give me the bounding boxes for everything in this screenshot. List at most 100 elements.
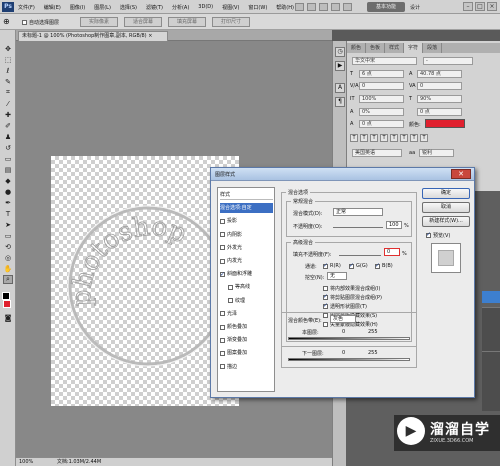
zoom-tool-icon[interactable]: ⊕ [3, 17, 15, 27]
minimize-button[interactable]: – [463, 2, 473, 11]
style-checkbox[interactable] [220, 232, 225, 238]
menu-item[interactable]: 视图(V) [222, 4, 239, 11]
auto-select-option[interactable]: 自动选择图层 [22, 19, 59, 26]
history-brush-tool-icon[interactable]: ↺ [3, 143, 13, 152]
shape-tool-icon[interactable]: ▭ [3, 231, 13, 240]
style-list-item[interactable]: 渐变叠加 [220, 335, 273, 345]
anti-alias-select[interactable]: 锐利 [419, 149, 454, 157]
preview-option[interactable]: 预览(V) [426, 231, 450, 239]
quick-mask-icon[interactable]: ◙ [3, 313, 13, 322]
advanced-option[interactable]: 透明形状图层(T) [323, 302, 382, 310]
leading-field[interactable]: 40.78 点 [417, 70, 462, 78]
maximize-button[interactable]: □ [475, 2, 485, 11]
style-list-item[interactable]: 描边 [220, 362, 273, 372]
foreground-color-swatch[interactable] [2, 292, 10, 300]
actions-panel-icon[interactable]: ▶ [335, 61, 345, 71]
style-checkbox[interactable] [220, 324, 225, 330]
3d-camera-tool-icon[interactable]: ◎ [3, 253, 13, 262]
style-checkbox[interactable] [220, 245, 225, 251]
text-style-button[interactable]: T [360, 134, 368, 142]
font-family-select[interactable]: 华文中宋 [352, 57, 417, 65]
style-list-item[interactable]: 颜色叠加 [220, 322, 273, 332]
preview-checkbox[interactable] [426, 231, 431, 238]
horizontal-scale-field[interactable]: 90% [417, 95, 462, 103]
channel-r-checkbox[interactable] [323, 262, 328, 269]
style-checkbox[interactable] [228, 298, 233, 304]
blend-if-select[interactable]: 灰色 [330, 315, 356, 323]
menu-item[interactable]: 图像(I) [70, 4, 85, 11]
move-tool-icon[interactable]: ✥ [3, 44, 13, 53]
type-tool-icon[interactable]: T [3, 209, 13, 218]
fill-screen-button[interactable]: 填充屏幕 [168, 17, 206, 27]
channel-r-option[interactable]: R(R) [323, 262, 341, 269]
paragraph-panel-icon[interactable]: ¶ [335, 97, 345, 107]
close-window-button[interactable]: × [487, 2, 497, 11]
style-checkbox[interactable] [220, 270, 225, 280]
knockout-select[interactable]: 无 [327, 272, 347, 280]
blur-tool-icon[interactable]: ◆ [3, 176, 13, 185]
vertical-scale-field[interactable]: 100% [359, 95, 404, 103]
menu-item[interactable]: 滤镜(T) [146, 4, 163, 11]
text-style-button[interactable]: T [400, 134, 408, 142]
channel-b-option[interactable]: B(B) [375, 262, 393, 269]
dodge-tool-icon[interactable]: ● [3, 187, 13, 196]
advanced-option[interactable]: 将剪贴图层混合成组(P) [323, 293, 382, 301]
menu-item[interactable]: 窗口(W) [248, 4, 267, 11]
blend-mode-select[interactable]: 正常 [333, 208, 383, 216]
style-checkbox[interactable] [220, 218, 225, 224]
style-list-item[interactable]: 内发光 [220, 256, 273, 266]
tab-paragraph[interactable]: 段落 [423, 43, 443, 53]
workspace-essentials-button[interactable]: 基本功能 [367, 2, 405, 12]
opacity-slider[interactable] [333, 224, 383, 228]
baseline-field[interactable]: 0% [359, 108, 404, 116]
style-list-item[interactable]: 光泽 [220, 309, 273, 319]
fill-opacity-field[interactable]: 0 [384, 248, 400, 256]
dialog-titlebar[interactable]: 图层样式 ✕ [211, 168, 474, 181]
healing-brush-tool-icon[interactable]: ✚ [3, 110, 13, 119]
background-color-swatch[interactable] [3, 300, 11, 308]
cancel-button[interactable]: 取消 [422, 202, 470, 213]
text-style-button[interactable]: T [380, 134, 388, 142]
menu-item[interactable]: 分析(A) [172, 4, 189, 11]
tab-swatches[interactable]: 色板 [366, 43, 386, 53]
advanced-option-checkbox[interactable] [323, 286, 328, 291]
menu-item[interactable]: 3D(D) [198, 4, 213, 11]
arrange-documents-icon[interactable] [343, 3, 352, 11]
style-list-item[interactable]: 混合选项:自定 [220, 203, 273, 214]
style-list-item[interactable]: 投影 [220, 216, 273, 226]
menu-item[interactable]: 选择(S) [120, 4, 137, 11]
language-select[interactable]: 美国英语 [352, 149, 402, 157]
ok-button[interactable]: 确定 [422, 188, 470, 199]
text-style-button[interactable]: T [390, 134, 398, 142]
baseline-shift-value[interactable]: 0 点 [359, 120, 404, 128]
clone-stamp-tool-icon[interactable]: ♟ [3, 132, 13, 141]
marquee-tool-icon[interactable]: ⬚ [3, 55, 13, 64]
channel-g-option[interactable]: G(G) [349, 262, 368, 269]
auto-select-checkbox[interactable] [22, 20, 27, 25]
kerning-field[interactable]: 0 [359, 82, 404, 90]
style-list-item[interactable]: 外发光 [220, 243, 273, 253]
quick-select-tool-icon[interactable]: ✎ [3, 77, 13, 86]
style-list-item[interactable]: 图案叠加 [220, 348, 273, 358]
style-checkbox[interactable] [220, 311, 225, 317]
text-style-button[interactable]: T [410, 134, 418, 142]
channel-b-checkbox[interactable] [375, 262, 380, 269]
font-size-field[interactable]: 6 点 [359, 70, 404, 78]
gradient-tool-icon[interactable]: ▤ [3, 165, 13, 174]
style-checkbox[interactable] [220, 350, 225, 356]
crop-tool-icon[interactable]: ⌗ [3, 88, 13, 97]
font-style-select[interactable]: - [423, 57, 473, 65]
menu-item[interactable]: 图层(L) [94, 4, 111, 11]
tab-color[interactable]: 颜色 [347, 43, 367, 53]
tracking-field[interactable]: 0 [417, 82, 462, 90]
document-tab[interactable]: 未标题-1 @ 100% (Photoshop制作图章,副本, RGB/8) × [18, 31, 168, 41]
advanced-option-checkbox[interactable] [323, 293, 328, 300]
new-style-button[interactable]: 新建样式(W)... [422, 216, 470, 227]
style-list-item[interactable]: 样式 [220, 190, 273, 200]
brush-tool-icon[interactable]: ✐ [3, 121, 13, 130]
advanced-option-checkbox[interactable] [323, 302, 328, 309]
baseline-shift-field[interactable]: 0 点 [417, 108, 462, 116]
path-select-tool-icon[interactable]: ➤ [3, 220, 13, 229]
selected-layer-highlight[interactable] [482, 291, 500, 303]
style-checkbox[interactable] [220, 258, 225, 264]
